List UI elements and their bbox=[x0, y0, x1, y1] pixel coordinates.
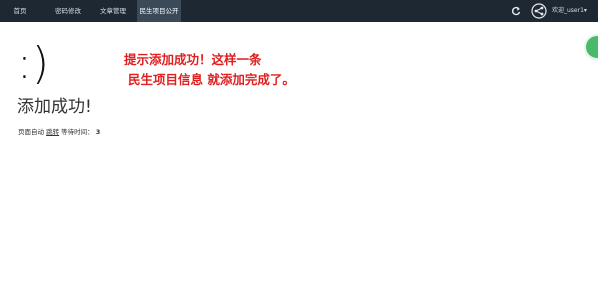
nav-item-home[interactable]: 首页 bbox=[6, 0, 34, 22]
refresh-icon[interactable] bbox=[511, 6, 521, 16]
nav-item-public-projects[interactable]: 民生项目公开 bbox=[137, 0, 181, 22]
page-title: 添加成功! bbox=[17, 97, 92, 117]
annotation-line-1: 提示添加成功！这样一条 bbox=[124, 52, 262, 67]
float-action-icon[interactable] bbox=[586, 36, 598, 58]
user-menu-dropdown[interactable]: 欢迎_user1▾ bbox=[552, 0, 587, 22]
smile-emoticon: :) bbox=[17, 38, 49, 89]
nav-item-articles[interactable]: 文章管理 bbox=[95, 0, 131, 22]
tutorial-annotation: 提示添加成功！这样一条 民生项目信息 就添加完成了。 bbox=[124, 50, 295, 90]
redirect-notice: 页面自动 跳转 等待时间： 3 bbox=[18, 127, 100, 137]
share-icon[interactable] bbox=[531, 3, 547, 19]
annotation-line-2: 民生项目信息 就添加完成了。 bbox=[128, 72, 295, 87]
redirect-prefix: 页面自动 bbox=[18, 128, 44, 136]
nav-item-password[interactable]: 密码修改 bbox=[50, 0, 86, 22]
redirect-link[interactable]: 跳转 bbox=[46, 128, 59, 136]
top-navbar: 首页 密码修改 文章管理 民生项目公开 欢迎_user1▾ bbox=[0, 0, 598, 22]
redirect-wait-label: 等待时间： bbox=[61, 128, 94, 136]
redirect-countdown: 3 bbox=[95, 128, 101, 136]
